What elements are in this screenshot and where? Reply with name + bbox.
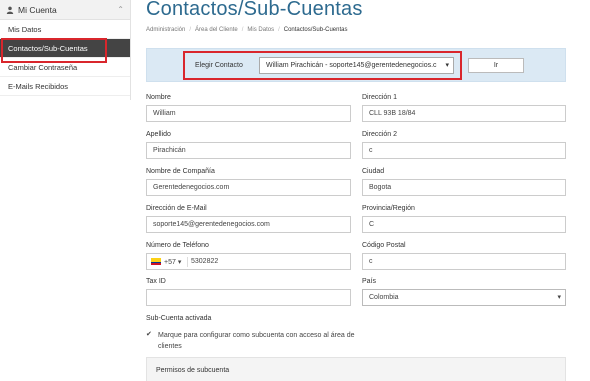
subcuenta-checkbox-row: ✔ Marque para configurar como subcuenta …	[146, 330, 358, 352]
pais-select-value: Colombia	[369, 294, 399, 301]
sidebar-header[interactable]: Mi Cuenta ⌃	[0, 0, 130, 20]
apellido-field[interactable]: Pirachicán	[146, 142, 351, 159]
compania-label: Nombre de Compañía	[146, 168, 215, 175]
subcuenta-checkbox-text: Marque para configurar como subcuenta co…	[158, 332, 355, 350]
email-field[interactable]: soporte145@gerentedenegocios.com	[146, 216, 351, 233]
provincia-label: Provincia/Región	[362, 205, 415, 212]
subcuenta-label: Sub-Cuenta activada	[146, 315, 212, 322]
provincia-field[interactable]: C	[362, 216, 566, 233]
breadcrumb-current: Contactos/Sub-Cuentas	[283, 27, 348, 33]
permisos-label: Permisos de subcuenta	[156, 367, 230, 374]
breadcrumb-item[interactable]: Mis Datos	[247, 27, 274, 33]
colombia-flag-icon[interactable]	[151, 258, 161, 265]
breadcrumb-item[interactable]: Administración	[146, 27, 185, 33]
chooser-highlight-box	[183, 51, 462, 80]
direccion1-label: Dirección 1	[362, 94, 398, 101]
direccion2-field[interactable]: c	[362, 142, 566, 159]
taxid-field[interactable]	[146, 289, 351, 306]
page-title: Contactos/Sub-Cuentas	[146, 0, 363, 20]
user-icon	[6, 6, 14, 14]
email-label: Dirección de E-Mail	[146, 205, 207, 212]
telefono-label: Número de Teléfono	[146, 242, 209, 249]
direccion1-field[interactable]: CLL 93B 18/84	[362, 105, 566, 122]
sidebar-highlight-box	[1, 38, 107, 63]
chevron-up-icon[interactable]: ⌃	[117, 5, 124, 14]
compania-field[interactable]: Gerentedenegocios.com	[146, 179, 351, 196]
phone-number-value: 5302822	[191, 258, 219, 265]
permisos-panel: Permisos de subcuenta	[146, 357, 566, 381]
nombre-field[interactable]: William	[146, 105, 351, 122]
sidebar-item-emails-recibidos[interactable]: E-Mails Recibidos	[0, 77, 130, 96]
pais-label: País	[362, 278, 377, 285]
breadcrumb: Administración / Área del Cliente / Mis Dato…	[146, 27, 348, 33]
nombre-label: Nombre	[146, 94, 171, 101]
postal-field[interactable]: c	[362, 253, 566, 270]
ciudad-field[interactable]: Bogota	[362, 179, 566, 196]
telefono-field[interactable]: +57 ▾ 5302822	[146, 253, 351, 270]
direccion2-label: Dirección 2	[362, 131, 398, 138]
phone-country-code[interactable]: +57 ▾	[164, 258, 181, 266]
pais-select[interactable]: Colombia ▾	[362, 289, 566, 306]
taxid-label: Tax ID	[146, 278, 166, 285]
sidebar-item-mis-datos[interactable]: Mis Datos	[0, 20, 130, 39]
apellido-label: Apellido	[146, 131, 171, 138]
dropdown-arrow-icon: ▾	[557, 294, 561, 301]
postal-label: Código Postal	[362, 242, 406, 249]
subcuenta-checkbox[interactable]: ✔	[146, 331, 153, 338]
ciudad-label: Ciudad	[362, 168, 385, 175]
go-button[interactable]: Ir	[468, 58, 524, 73]
breadcrumb-item[interactable]: Área del Cliente	[195, 27, 238, 33]
sidebar-header-label: Mi Cuenta	[18, 4, 57, 15]
